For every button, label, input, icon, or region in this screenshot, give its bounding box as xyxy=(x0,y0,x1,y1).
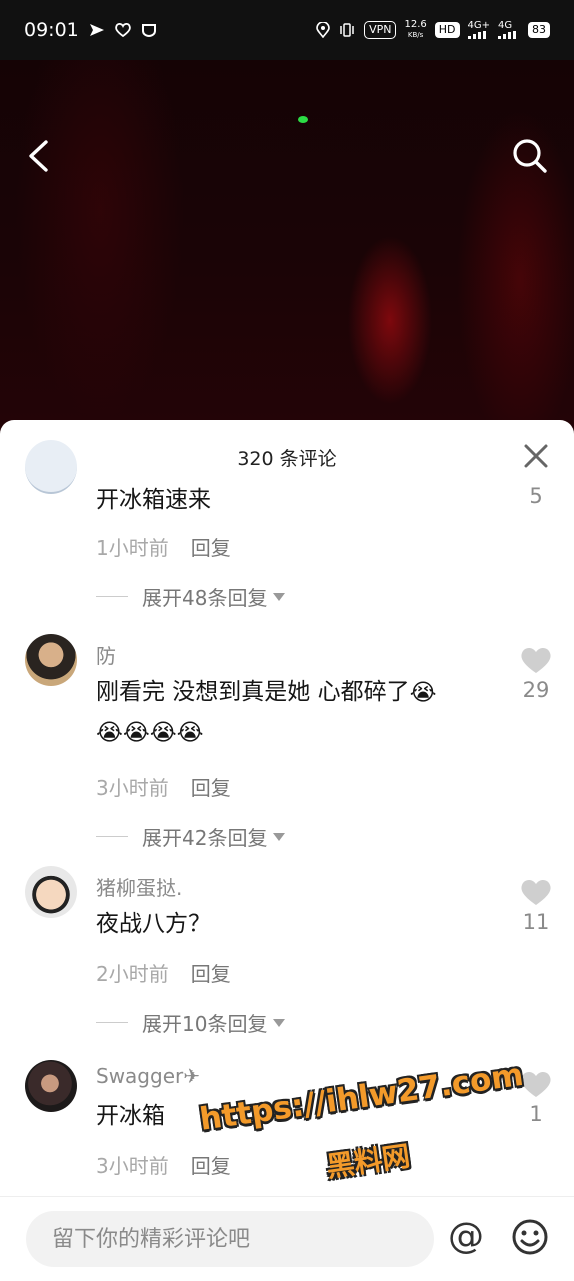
avatar[interactable] xyxy=(25,866,77,918)
status-time: 09:01 xyxy=(24,19,79,41)
chevron-left-icon xyxy=(29,140,48,172)
like-button[interactable]: 1 xyxy=(514,1070,558,1126)
signal1-label: 4G+ xyxy=(467,20,491,31)
comment-text: 夜战八方？ xyxy=(96,911,211,937)
reply-button[interactable]: 回复 xyxy=(191,962,231,986)
divider-line xyxy=(96,596,128,597)
comment-input-bar: @ xyxy=(0,1196,574,1281)
like-count: 5 xyxy=(529,484,543,508)
reply-button[interactable]: 回复 xyxy=(191,536,231,560)
location-icon xyxy=(316,22,330,38)
expand-label: 展开48条回复 xyxy=(142,586,268,610)
caret-down-icon xyxy=(273,832,286,841)
app-status-icon xyxy=(141,24,156,37)
vibrate-icon xyxy=(340,23,354,37)
comment-text-body: 刚看完 没想到真是她 心都碎了 xyxy=(96,679,410,705)
mention-button[interactable]: @ xyxy=(446,1217,486,1257)
divider-line xyxy=(96,1022,128,1023)
avatar[interactable] xyxy=(25,440,77,494)
comment-meta: 2小时前 回复 xyxy=(96,958,231,987)
video-background[interactable] xyxy=(0,60,574,440)
comment-meta: 3小时前 回复 xyxy=(96,1150,231,1179)
smiley-icon xyxy=(512,1219,548,1255)
comment-username[interactable]: 猪柳蛋挞. xyxy=(96,872,182,901)
heart-icon xyxy=(521,647,551,673)
signal-bars-icon xyxy=(498,31,516,39)
battery-indicator: 83 xyxy=(528,22,550,38)
like-button[interactable]: 11 xyxy=(514,878,558,934)
expand-replies-button[interactable]: 展开42条回复 xyxy=(96,822,286,851)
reply-button[interactable]: 回复 xyxy=(191,776,231,800)
heart-status-icon xyxy=(114,23,131,37)
reply-button[interactable]: 回复 xyxy=(191,1154,231,1178)
like-count: 11 xyxy=(522,910,550,934)
search-button[interactable] xyxy=(508,134,552,178)
comment-text: 开冰箱 xyxy=(96,1103,165,1129)
avatar[interactable] xyxy=(25,634,77,686)
comments-sheet: 320 条评论 开冰箱速来 1小时前 回复 展开48条回复 5 防 刚看完 没想到… xyxy=(0,420,574,1280)
comment-meta: 3小时前 回复 xyxy=(96,772,231,801)
caret-down-icon xyxy=(273,1018,286,1027)
comment-text: 开冰箱速来 xyxy=(96,487,211,513)
comment-username[interactable]: Swagger✈ xyxy=(96,1064,200,1088)
search-icon xyxy=(513,139,547,173)
like-count: 1 xyxy=(529,1102,543,1126)
comments-title: 320 条评论 xyxy=(237,448,337,470)
comment-username[interactable]: 防 xyxy=(96,640,116,669)
signal-bars-icon xyxy=(467,31,486,39)
close-button[interactable] xyxy=(522,442,550,470)
signal-4g: 4G xyxy=(498,21,520,39)
video-light-dot xyxy=(298,116,308,123)
expand-replies-button[interactable]: 展开48条回复 xyxy=(96,582,286,611)
signal-4g-plus: 4G+ xyxy=(467,20,491,39)
comment-text: 刚看完 没想到真是她 心都碎了😭 😭😭😭😭 xyxy=(96,672,496,753)
avatar[interactable] xyxy=(25,1060,77,1112)
expand-label: 展开10条回复 xyxy=(142,1012,268,1036)
comment-time: 3小时前 xyxy=(96,776,169,800)
emoji-cry: 😭 xyxy=(149,720,177,746)
emoji-cry: 😭 xyxy=(176,720,204,746)
expand-replies-button[interactable]: 展开10条回复 xyxy=(96,1008,286,1037)
comment-time: 2小时前 xyxy=(96,962,169,986)
comment-time: 1小时前 xyxy=(96,536,169,560)
signal2-label: 4G xyxy=(498,20,513,31)
emoji-cry: 😭 xyxy=(409,679,437,706)
emoji-cry: 😭 xyxy=(96,720,123,746)
hd-badge: HD xyxy=(434,22,460,38)
comment-meta: 1小时前 回复 xyxy=(96,532,231,561)
caret-down-icon xyxy=(273,592,286,601)
net-speed: 12.6 KB/s xyxy=(404,20,426,40)
like-button[interactable]: 29 xyxy=(514,646,558,702)
vpn-badge: VPN xyxy=(364,21,397,39)
like-button[interactable]: 5 xyxy=(514,484,558,508)
emoji-cry: 😭 xyxy=(122,720,150,746)
at-icon: @ xyxy=(448,1216,484,1257)
comment-input[interactable] xyxy=(26,1211,434,1267)
comment-time: 3小时前 xyxy=(96,1154,169,1178)
expand-label: 展开42条回复 xyxy=(142,826,268,850)
close-icon xyxy=(524,444,548,468)
status-bar: 09:01 VPN 12.6 KB/s HD 4G+ 4G 83 xyxy=(0,0,574,60)
net-speed-value: 12.6 xyxy=(404,19,427,30)
emoji-button[interactable] xyxy=(510,1217,550,1257)
back-button[interactable] xyxy=(16,134,60,178)
like-count: 29 xyxy=(522,678,550,702)
divider-line xyxy=(96,836,128,837)
heart-icon xyxy=(521,1071,551,1097)
send-icon xyxy=(89,24,104,36)
heart-icon xyxy=(521,879,551,905)
net-speed-unit: KB/s xyxy=(407,31,424,39)
